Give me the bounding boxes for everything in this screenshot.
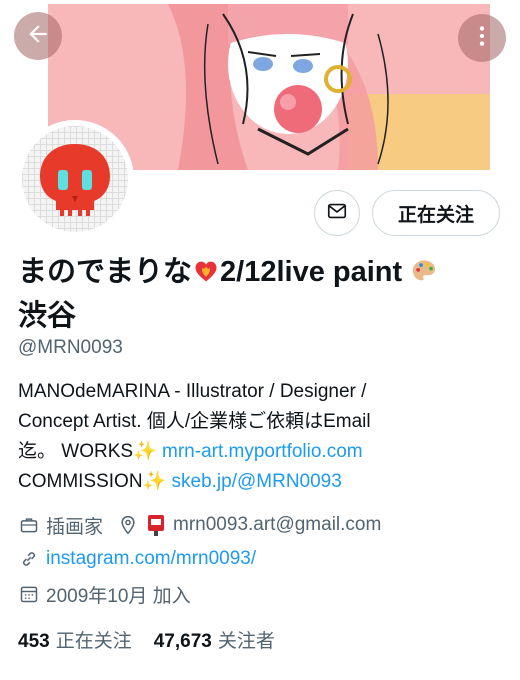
following-count: 453: [18, 631, 50, 652]
follow-stats: 453 正在关注 47,673 关注者: [18, 626, 275, 653]
website-link[interactable]: instagram.com/mrn0093/: [46, 548, 256, 570]
display-name-text: まのでまりな: [18, 256, 193, 288]
sparkles-icon: ✨: [133, 441, 157, 462]
profile-meta-row: 插画家 mrn0093.art@gmail.com: [18, 511, 381, 539]
display-name-event: 2/12live paint: [220, 256, 403, 288]
message-button[interactable]: [314, 190, 360, 236]
profile-bio: MANOdeMARINA - Illustrator / Designer / …: [18, 377, 508, 497]
works-link[interactable]: mrn-art.myportfolio.com: [162, 441, 363, 462]
avatar-image: [22, 126, 128, 232]
profession-text: 插画家: [46, 516, 104, 538]
email-text: mrn0093.art@gmail.com: [173, 514, 382, 535]
more-options-button[interactable]: [458, 14, 506, 62]
link-icon: [18, 548, 40, 570]
sparkles-icon: ✨: [142, 471, 167, 492]
bio-line: COMMISSION✨ skeb.jp/@MRN0093: [18, 467, 508, 497]
display-name: まのでまりな 2/12live paint 渋谷: [18, 250, 508, 338]
arrow-left-icon: [25, 21, 51, 52]
palette-emoji: [410, 256, 438, 288]
bio-line: 迄。 WORKS✨ mrn-art.myportfolio.com: [18, 437, 508, 467]
commission-link[interactable]: skeb.jp/@MRN0093: [172, 471, 342, 492]
bio-line: Concept Artist. 個人/企業様ご依頼はEmail: [18, 411, 371, 432]
profile-avatar[interactable]: [16, 120, 134, 238]
following-button[interactable]: 正在关注: [372, 190, 500, 236]
mail-icon: [326, 200, 348, 227]
following-stat[interactable]: 453 正在关注: [18, 626, 132, 653]
postbox-icon: [145, 514, 167, 536]
followers-count: 47,673: [153, 631, 212, 652]
display-name-location: 渋谷: [18, 300, 77, 332]
following-label: 正在关注: [55, 631, 132, 652]
more-vertical-icon: [469, 23, 495, 54]
joined-date-text: 2009年10月 加入: [46, 585, 191, 607]
profile-website-row: instagram.com/mrn0093/: [18, 545, 256, 573]
back-button[interactable]: [14, 12, 62, 60]
user-handle: @MRN0093: [18, 337, 123, 358]
location-pin-icon: [117, 514, 139, 536]
briefcase-icon: [18, 514, 40, 536]
calendar-icon: [18, 583, 40, 605]
followers-label: 关注者: [217, 631, 275, 652]
bio-line: MANOdeMARINA - Illustrator / Designer /: [18, 381, 367, 402]
bio-works-prefix: 迄。 WORKS: [18, 441, 134, 462]
profile-joined-row: 2009年10月 加入: [18, 580, 191, 608]
heart-fire-emoji: [192, 256, 220, 288]
bio-commission-prefix: COMMISSION: [18, 471, 143, 492]
followers-stat[interactable]: 47,673 关注者: [154, 626, 275, 653]
